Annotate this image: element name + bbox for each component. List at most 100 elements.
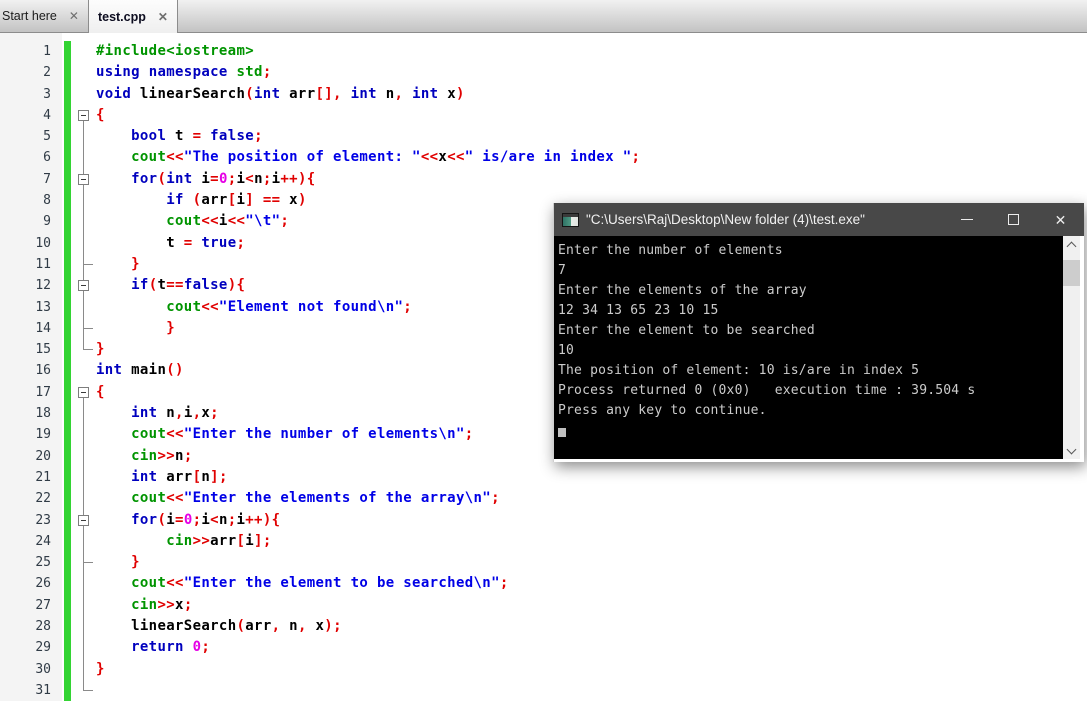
fold-margin-cell (72, 147, 96, 169)
console-line: 12 34 13 65 23 10 15 (558, 303, 719, 318)
fold-margin-cell (72, 637, 96, 659)
line-number: 26 (35, 576, 51, 592)
code-line: 25 } (0, 552, 1087, 574)
close-icon[interactable]: ✕ (69, 10, 79, 22)
tab-label: test.cpp (97, 9, 146, 24)
change-bar-gap (62, 616, 72, 637)
console-line: Enter the element to be searched (558, 323, 815, 338)
line-number: 6 (43, 150, 51, 166)
change-bar-gap (62, 595, 72, 616)
line-number: 16 (35, 363, 51, 379)
scroll-up-icon[interactable] (1063, 236, 1080, 253)
fold-margin-cell (72, 679, 96, 701)
tab-label: Start here (2, 9, 57, 23)
line-number: 29 (35, 640, 51, 656)
code-line: 30} (0, 658, 1087, 680)
code-line: 4{ (0, 105, 1087, 127)
change-bar-gap (62, 339, 72, 360)
change-bar-gap (62, 510, 72, 531)
code-line: 1 #include<iostream> (0, 41, 1087, 62)
code-text: } (166, 319, 176, 336)
change-bar-gap (62, 531, 72, 552)
code-text: if(t==false){ (131, 277, 246, 294)
maximize-button[interactable] (990, 203, 1037, 236)
code-text: return 0; (131, 639, 211, 656)
change-bar-gap (62, 659, 72, 680)
fold-margin-cell (72, 211, 96, 233)
code-text: void linearSearch(int arr[], int n, int … (96, 85, 465, 102)
fold-margin-cell (72, 488, 96, 510)
tab-start-here[interactable]: Start here ✕ (0, 0, 88, 32)
fold-toggle[interactable] (72, 509, 96, 531)
fold-margin-cell (72, 658, 96, 680)
close-button[interactable]: ✕ (1037, 203, 1084, 236)
change-bar-gap (62, 467, 72, 488)
scrollbar-thumb[interactable] (1063, 260, 1080, 286)
change-bar-gap (62, 297, 72, 318)
code-text: int n,i,x; (131, 405, 219, 422)
change-bar-gap (62, 360, 72, 381)
fold-margin-cell (72, 253, 96, 276)
line-number: 5 (43, 129, 51, 145)
fold-margin-cell (72, 126, 96, 148)
fold-margin-cell (72, 339, 96, 360)
change-bar-gap (62, 318, 72, 339)
code-line: 2 using namespace std; (0, 62, 1087, 83)
code-text: int main() (96, 362, 184, 379)
close-icon: ✕ (1054, 211, 1067, 228)
code-line: 29 return 0; (0, 637, 1087, 659)
code-text: } (96, 341, 105, 358)
maximize-icon (1008, 214, 1019, 225)
fold-toggle[interactable] (72, 382, 96, 404)
line-number: 11 (35, 256, 51, 272)
editor-tab-bar: Start here ✕ test.cpp ✕ (0, 0, 1087, 33)
code-text: bool t = false; (131, 128, 263, 145)
code-text: for(i=0;i<n;i++){ (131, 511, 281, 528)
fold-margin-cell (72, 573, 96, 595)
change-bar-gap (62, 424, 72, 445)
fold-margin-cell (72, 552, 96, 574)
tab-test-cpp[interactable]: test.cpp ✕ (87, 0, 178, 33)
fold-margin-cell (72, 317, 96, 340)
change-bar-gap (62, 233, 72, 254)
change-bar-gap (62, 126, 72, 147)
fold-margin-cell (72, 594, 96, 617)
line-number: 30 (35, 661, 51, 677)
change-bar-gap (62, 275, 72, 296)
close-icon[interactable]: ✕ (158, 11, 168, 23)
code-line: 31 (0, 679, 1087, 701)
change-bar-gap (62, 169, 72, 190)
line-number: 3 (43, 86, 51, 102)
fold-margin-cell (72, 360, 96, 381)
code-text: cout<<"Element not found\n"; (166, 298, 413, 315)
code-line: 6 cout<<"The position of element: "<<x<<… (0, 147, 1087, 169)
console-app-icon (562, 212, 579, 227)
line-number: 2 (43, 65, 51, 81)
fold-toggle[interactable] (72, 275, 96, 297)
console-title-bar[interactable]: "C:\Users\Raj\Desktop\New folder (4)\tes… (554, 203, 1084, 236)
line-number: 15 (35, 342, 51, 358)
fold-toggle[interactable] (72, 105, 96, 127)
line-number: 27 (35, 597, 51, 613)
line-number: 24 (35, 533, 51, 549)
console-output[interactable]: Enter the number of elements 7 Enter the e… (554, 236, 1063, 459)
console-scrollbar[interactable] (1063, 236, 1080, 459)
code-line: 27 cin>>x; (0, 594, 1087, 617)
change-bar-gap (62, 105, 72, 126)
console-line: 10 (558, 343, 575, 358)
change-bar-gap (62, 488, 72, 509)
change-bar-gap (62, 382, 72, 403)
line-number: 12 (35, 278, 51, 294)
minimize-button[interactable] (943, 203, 990, 236)
line-number: 13 (35, 299, 51, 315)
code-text: for(int i=0;i<n;i++){ (131, 170, 316, 187)
fold-toggle[interactable] (72, 168, 96, 191)
code-text: } (96, 660, 105, 677)
fold-margin-cell (72, 232, 96, 254)
scroll-down-icon[interactable] (1063, 442, 1080, 459)
console-line: Press any key to continue. (558, 403, 767, 418)
console-line: 7 (558, 263, 567, 278)
fold-margin-cell (72, 530, 96, 553)
fold-margin-cell (72, 84, 96, 105)
change-bar-gap (62, 573, 72, 594)
